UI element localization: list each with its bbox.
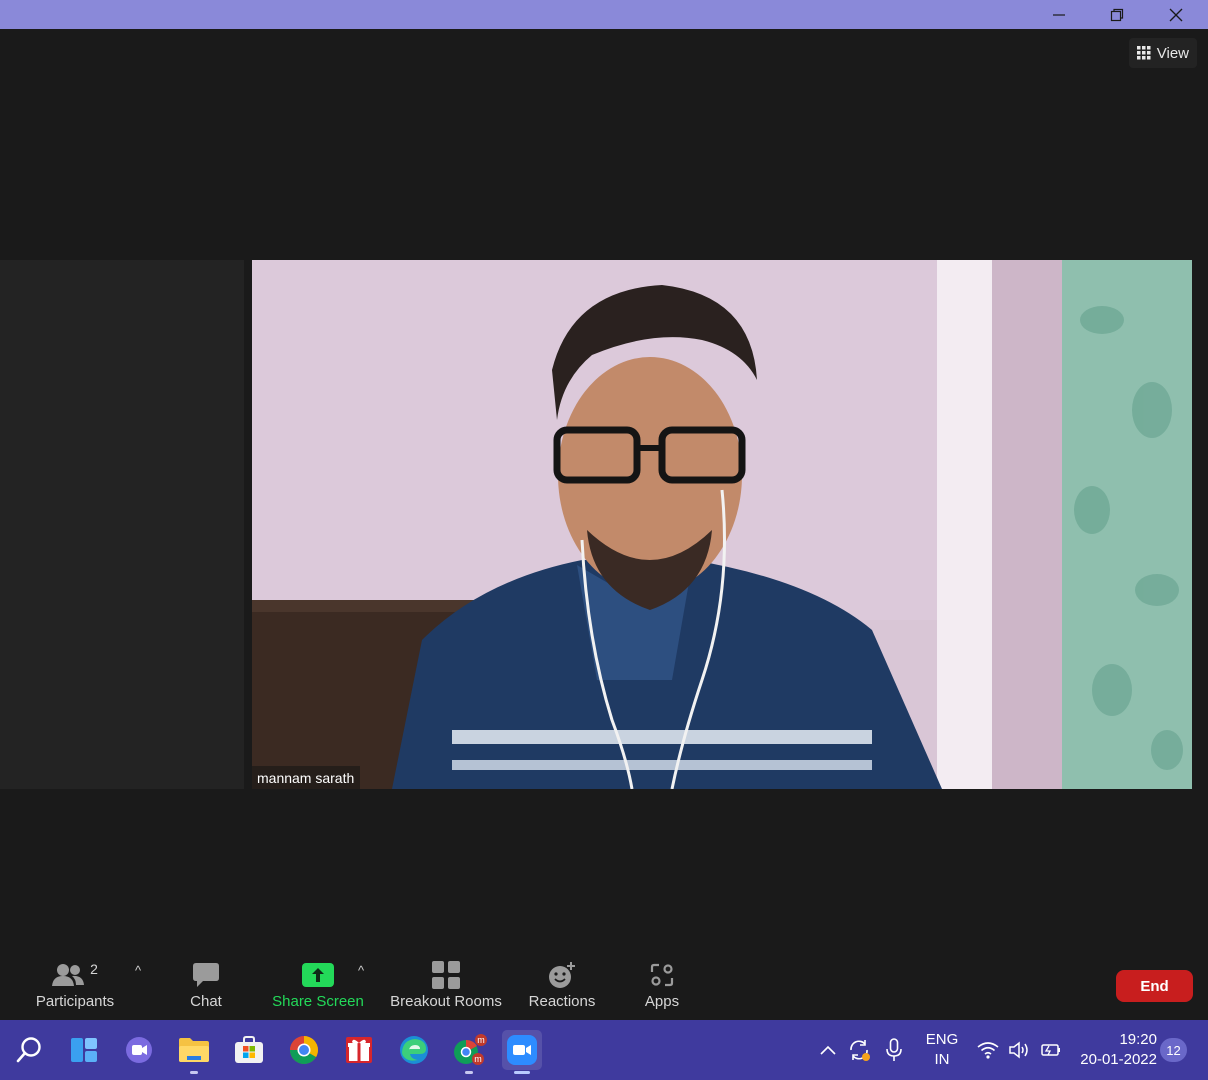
chrome-icon [290,1036,318,1064]
empty-video-tile[interactable] [0,260,244,789]
language-region: IN [934,1051,950,1068]
share-screen-options-caret[interactable]: ^ [358,963,364,978]
close-button[interactable] [1147,0,1205,29]
view-button[interactable]: View [1128,38,1197,68]
clock-button[interactable]: 19:20 20-01-2022 [1072,1020,1158,1080]
taskbar-chrome[interactable] [284,1030,324,1070]
taskbar-widgets[interactable] [64,1030,104,1070]
wifi-icon [977,1042,999,1059]
participant-video [252,260,1192,789]
share-screen-label: Share Screen [272,993,364,1010]
breakout-rooms-label: Breakout Rooms [390,993,502,1010]
microphone-icon [886,1038,902,1061]
taskbar-teams-chat[interactable] [119,1030,159,1070]
zoom-icon [507,1035,537,1065]
reactions-label: Reactions [528,993,596,1010]
grid-icon [1136,46,1151,60]
microphone-status-button[interactable] [882,1020,906,1080]
clock-time: 19:20 [1119,1031,1157,1048]
participants-options-caret[interactable]: ^ [135,963,141,978]
reactions-button[interactable]: Reactions [526,959,598,1015]
svg-text:m: m [474,1054,482,1064]
minimize-icon [1053,13,1065,16]
volume-icon [1009,1041,1028,1059]
restore-icon [1110,8,1124,21]
gift-icon [346,1037,372,1063]
apps-button[interactable]: Apps [640,959,684,1015]
restore-button[interactable] [1088,0,1146,29]
sync-icon [850,1040,870,1061]
teams-chat-icon [126,1037,152,1063]
taskbar: m m ENG IN 19:20 20-01-2022 [0,1020,1208,1080]
chat-icon [193,963,219,987]
widgets-icon [71,1038,97,1062]
participant-video-tile[interactable]: mannam sarath [252,260,1192,789]
view-label: View [1156,44,1189,62]
chevron-up-icon [820,1045,836,1055]
taskbar-microsoft-store[interactable] [229,1030,269,1070]
people-icon [52,964,85,986]
share-screen-icon [302,963,334,987]
chat-label: Chat [190,993,222,1010]
taskbar-file-explorer[interactable] [174,1030,214,1074]
apps-icon [650,963,674,987]
chrome-profile-icon: m m [454,1034,487,1065]
taskbar-search[interactable] [9,1030,49,1070]
taskbar-gift-app[interactable] [339,1030,379,1070]
participants-label: Participants [35,993,115,1010]
taskbar-chrome-profile[interactable]: m m [449,1030,489,1074]
notification-count-badge[interactable]: 12 [1160,1038,1187,1062]
taskbar-edge[interactable] [394,1030,434,1070]
breakout-rooms-button[interactable]: Breakout Rooms [388,959,504,1015]
taskbar-zoom[interactable] [502,1030,542,1074]
sync-status-button[interactable] [846,1020,872,1080]
input-language-button[interactable]: ENG IN [918,1020,966,1080]
battery-icon [1041,1044,1060,1056]
meeting-stage: View mannam sarath [0,29,1208,951]
edge-icon [400,1036,428,1064]
participant-name-tag: mannam sarath [252,766,361,789]
participants-button[interactable]: 2 Participants [30,959,120,1015]
file-explorer-icon [179,1038,209,1062]
breakout-rooms-icon [432,961,460,989]
show-hidden-icons-button[interactable] [816,1020,840,1080]
apps-label: Apps [644,993,680,1010]
title-bar [0,0,1208,29]
language-code: ENG [925,1031,959,1048]
svg-text:m: m [477,1035,485,1045]
quick-settings-button[interactable] [974,1020,1064,1080]
meeting-toolbar: 2 Participants ^ Chat Share Screen ^ Bre… [0,951,1208,1020]
end-meeting-button[interactable]: End [1116,970,1193,1002]
clock-date: 20-01-2022 [1080,1051,1157,1068]
microsoft-store-icon [235,1036,263,1063]
participants-count: 2 [90,961,98,977]
share-screen-button[interactable]: Share Screen [268,959,368,1015]
chat-button[interactable]: Chat [180,959,232,1015]
reactions-icon [549,962,575,988]
close-icon [1169,8,1183,21]
minimize-button[interactable] [1030,0,1088,29]
search-icon [16,1037,41,1063]
